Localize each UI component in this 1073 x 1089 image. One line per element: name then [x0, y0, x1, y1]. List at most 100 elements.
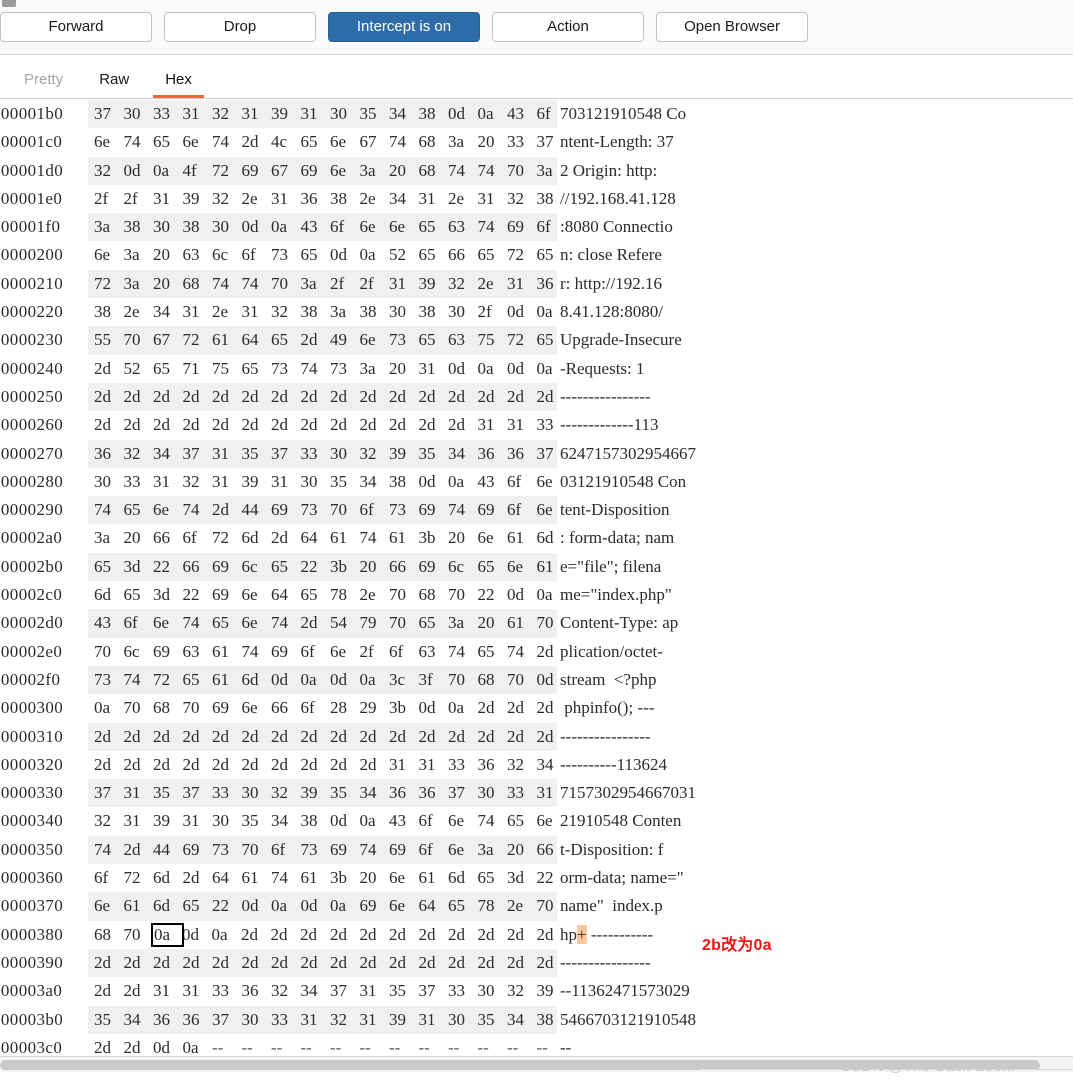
hex-byte[interactable]: 69 — [419, 557, 449, 577]
hex-byte[interactable]: 6f — [419, 840, 449, 860]
hex-byte[interactable]: 70 — [389, 585, 419, 605]
hex-byte[interactable]: 2d — [94, 415, 124, 435]
hex-byte[interactable]: 6c — [448, 557, 478, 577]
hex-byte[interactable]: 32 — [212, 189, 242, 209]
ascii-column[interactable]: : form-data; nam — [560, 528, 674, 548]
hex-byte[interactable]: 32 — [212, 104, 242, 124]
hex-byte[interactable]: 36 — [94, 444, 124, 464]
hex-byte[interactable]: 30 — [242, 783, 272, 803]
hex-byte[interactable]: 0a — [330, 896, 360, 916]
hex-byte[interactable]: 74 — [242, 274, 272, 294]
hex-row[interactable]: 000001d0320d0a4f726967696e3a20687474703a… — [0, 156, 1073, 185]
hex-byte[interactable]: 43 — [478, 472, 508, 492]
hex-byte[interactable]: 0a — [360, 811, 390, 831]
ascii-column[interactable]: t-Disposition: f — [560, 840, 663, 860]
hex-byte[interactable]: -- — [212, 1038, 242, 1058]
hex-byte[interactable]: 70 — [507, 161, 537, 181]
hex-byte[interactable]: 0d — [271, 670, 301, 690]
hex-byte[interactable]: 6f — [389, 642, 419, 662]
hex-byte[interactable]: 3a — [360, 359, 390, 379]
hex-byte[interactable]: 2d — [242, 953, 272, 973]
hex-byte[interactable]: 36 — [478, 755, 508, 775]
hex-byte[interactable]: 6e — [330, 132, 360, 152]
hex-byte[interactable]: 22 — [183, 585, 213, 605]
hex-byte[interactable]: 2d — [301, 727, 331, 747]
hex-byte[interactable]: 34 — [301, 981, 331, 1001]
hex-byte[interactable]: 43 — [507, 104, 537, 124]
hex-byte[interactable]: 35 — [242, 811, 272, 831]
hex-byte[interactable]: 6e — [183, 132, 213, 152]
hex-byte[interactable]: 38 — [330, 189, 360, 209]
ascii-column[interactable]: r: http://192.16 — [560, 274, 662, 294]
hex-byte[interactable]: 2d — [242, 755, 272, 775]
hex-byte[interactable]: 0a — [301, 670, 331, 690]
ascii-column[interactable]: plication/octet- — [560, 642, 663, 662]
hex-byte[interactable]: 2d — [242, 727, 272, 747]
hex-byte[interactable]: 30 — [153, 217, 183, 237]
ascii-column[interactable]: tent-Disposition — [560, 500, 670, 520]
hex-byte[interactable]: 61 — [212, 642, 242, 662]
hex-byte[interactable]: 31 — [389, 274, 419, 294]
hex-byte[interactable]: 2e — [124, 302, 154, 322]
hex-byte[interactable]: 66 — [448, 245, 478, 265]
hex-row[interactable]: 000003a02d2d3131333632343731353733303239… — [0, 977, 1073, 1005]
hex-byte[interactable]: 6f — [330, 217, 360, 237]
hex-byte[interactable]: 3f — [419, 670, 449, 690]
hex-byte[interactable]: 6e — [389, 868, 419, 888]
hex-byte[interactable]: 61 — [242, 868, 272, 888]
hex-byte[interactable]: 74 — [271, 613, 301, 633]
hex-byte[interactable]: 68 — [94, 925, 124, 945]
hex-byte[interactable]: -- — [360, 1038, 390, 1058]
hex-byte[interactable]: 6d — [448, 868, 478, 888]
hex-byte[interactable]: 3a — [301, 274, 331, 294]
hex-byte[interactable]: 66 — [389, 557, 419, 577]
hex-byte[interactable]: 43 — [301, 217, 331, 237]
hex-byte[interactable]: 74 — [478, 811, 508, 831]
hex-byte[interactable]: 31 — [242, 104, 272, 124]
hex-byte[interactable]: 0d — [330, 245, 360, 265]
hex-byte[interactable]: 65 — [271, 330, 301, 350]
hex-byte[interactable]: 3b — [389, 698, 419, 718]
hex-byte[interactable]: 64 — [212, 868, 242, 888]
hex-byte[interactable]: 2d — [360, 755, 390, 775]
hex-byte[interactable]: 6f — [301, 698, 331, 718]
hex-byte[interactable]: 38 — [183, 217, 213, 237]
hex-byte[interactable]: 69 — [242, 161, 272, 181]
hex-byte[interactable]: 65 — [271, 557, 301, 577]
hex-byte[interactable]: 68 — [153, 698, 183, 718]
hex-byte[interactable]: 70 — [124, 698, 154, 718]
ascii-column[interactable]: //192.168.41.128 — [560, 189, 676, 209]
hex-byte[interactable]: 66 — [153, 528, 183, 548]
hex-byte[interactable]: 2d — [153, 755, 183, 775]
hex-byte[interactable]: 2d — [124, 387, 154, 407]
hex-byte[interactable]: 39 — [183, 189, 213, 209]
hex-byte[interactable]: 4f — [183, 161, 213, 181]
hex-byte[interactable]: 2d — [448, 387, 478, 407]
hex-byte[interactable]: 32 — [330, 1010, 360, 1030]
hex-byte[interactable]: 2d — [212, 387, 242, 407]
hex-byte[interactable]: 31 — [153, 981, 183, 1001]
hex-row[interactable]: 000003000a706870696e666f28293b0d0a2d2d2d… — [0, 694, 1073, 722]
hex-byte[interactable]: 2d — [507, 925, 537, 945]
hex-byte[interactable]: 73 — [389, 500, 419, 520]
hex-byte[interactable]: 38 — [360, 302, 390, 322]
hex-byte[interactable]: 2d — [183, 755, 213, 775]
hex-byte[interactable]: 38 — [94, 302, 124, 322]
hex-byte[interactable]: 74 — [183, 613, 213, 633]
hex-byte[interactable]: 30 — [478, 981, 508, 1001]
hex-byte[interactable]: 33 — [301, 444, 331, 464]
hex-byte[interactable]: 75 — [212, 359, 242, 379]
hex-byte[interactable]: 3a — [94, 528, 124, 548]
hex-byte[interactable]: -- — [478, 1038, 508, 1058]
hex-byte[interactable]: 2d — [124, 755, 154, 775]
hex-byte[interactable]: 74 — [448, 642, 478, 662]
hex-byte[interactable]: 74 — [507, 642, 537, 662]
ascii-column[interactable]: 5466703121910548 — [560, 1010, 696, 1030]
hex-byte[interactable]: 2d — [271, 925, 301, 945]
hex-byte[interactable]: 65 — [301, 132, 331, 152]
hex-byte[interactable]: 65 — [419, 217, 449, 237]
hex-byte[interactable]: 3d — [124, 557, 154, 577]
hex-byte[interactable]: 3a — [448, 613, 478, 633]
hex-byte[interactable]: 29 — [360, 698, 390, 718]
hex-byte[interactable]: -- — [419, 1038, 449, 1058]
